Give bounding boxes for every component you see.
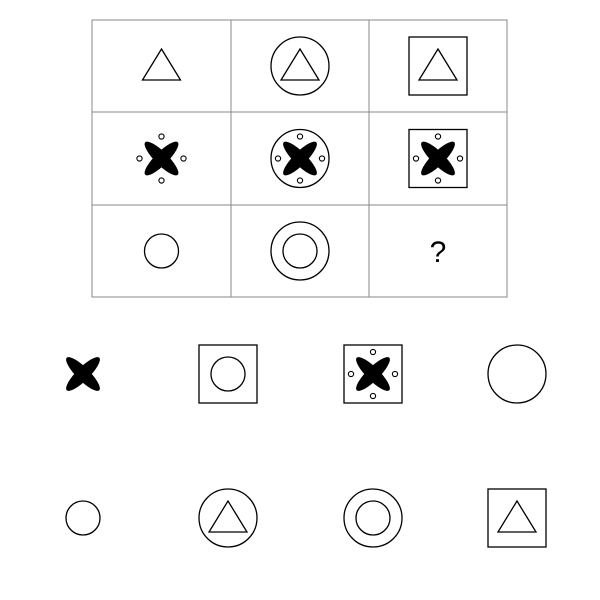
square-frame xyxy=(408,36,468,96)
dot xyxy=(296,133,304,140)
dot xyxy=(412,155,420,162)
grid-cell-r2c3 xyxy=(408,128,468,189)
grid-cell-r3c2 xyxy=(270,221,330,281)
dot xyxy=(369,392,377,400)
answer-option-8[interactable] xyxy=(477,478,557,558)
answer-option-2[interactable] xyxy=(188,334,268,414)
small-circle-shape xyxy=(143,233,180,269)
circle-frame xyxy=(270,36,330,96)
dot xyxy=(296,177,304,184)
grid-cell-r3c3: ? xyxy=(430,236,447,269)
triangle-shape xyxy=(417,47,459,81)
puzzle-canvas: ? xyxy=(43,19,557,558)
grid-cell-r1c2 xyxy=(270,36,330,96)
question-mark: ? xyxy=(430,236,447,269)
answer-option-5[interactable] xyxy=(43,478,123,558)
dot xyxy=(136,155,143,162)
triangle-shape xyxy=(141,47,182,81)
answer-option-7[interactable] xyxy=(333,478,413,558)
dot xyxy=(434,177,442,184)
puzzle-grid: ? xyxy=(91,19,508,298)
option-hit-area[interactable] xyxy=(477,478,557,558)
grid-cell-r1c3 xyxy=(408,36,468,96)
grid-cell-r2c1 xyxy=(136,133,187,184)
dot xyxy=(369,348,377,356)
answer-option-6[interactable] xyxy=(188,478,268,558)
triangle-shape xyxy=(279,47,321,81)
dot xyxy=(318,155,326,162)
x-petals-shape xyxy=(144,141,179,176)
x-petals-shape xyxy=(421,141,455,176)
dot xyxy=(434,133,442,140)
dot xyxy=(274,155,282,162)
option-hit-area[interactable] xyxy=(477,334,557,414)
dot xyxy=(158,177,165,184)
dot xyxy=(158,133,165,140)
option-hit-area[interactable] xyxy=(188,478,268,558)
grid-cell-r3c1 xyxy=(143,233,180,269)
option-hit-area[interactable] xyxy=(43,478,123,558)
dot xyxy=(180,155,187,162)
grid-cell-r1c1 xyxy=(141,47,182,81)
dot xyxy=(391,370,399,378)
dot xyxy=(456,155,464,162)
answer-option-3[interactable] xyxy=(333,334,413,414)
grid-cell-r2c2 xyxy=(270,128,330,189)
small-circle-shape xyxy=(282,233,318,269)
answer-option-4[interactable] xyxy=(477,334,557,414)
dot xyxy=(347,370,355,378)
answer-options xyxy=(43,334,557,558)
circle-frame xyxy=(270,221,330,281)
option-hit-area[interactable] xyxy=(188,334,268,414)
answer-option-1[interactable] xyxy=(43,334,123,414)
option-hit-area[interactable] xyxy=(333,478,413,558)
x-petals-shape xyxy=(283,141,317,176)
